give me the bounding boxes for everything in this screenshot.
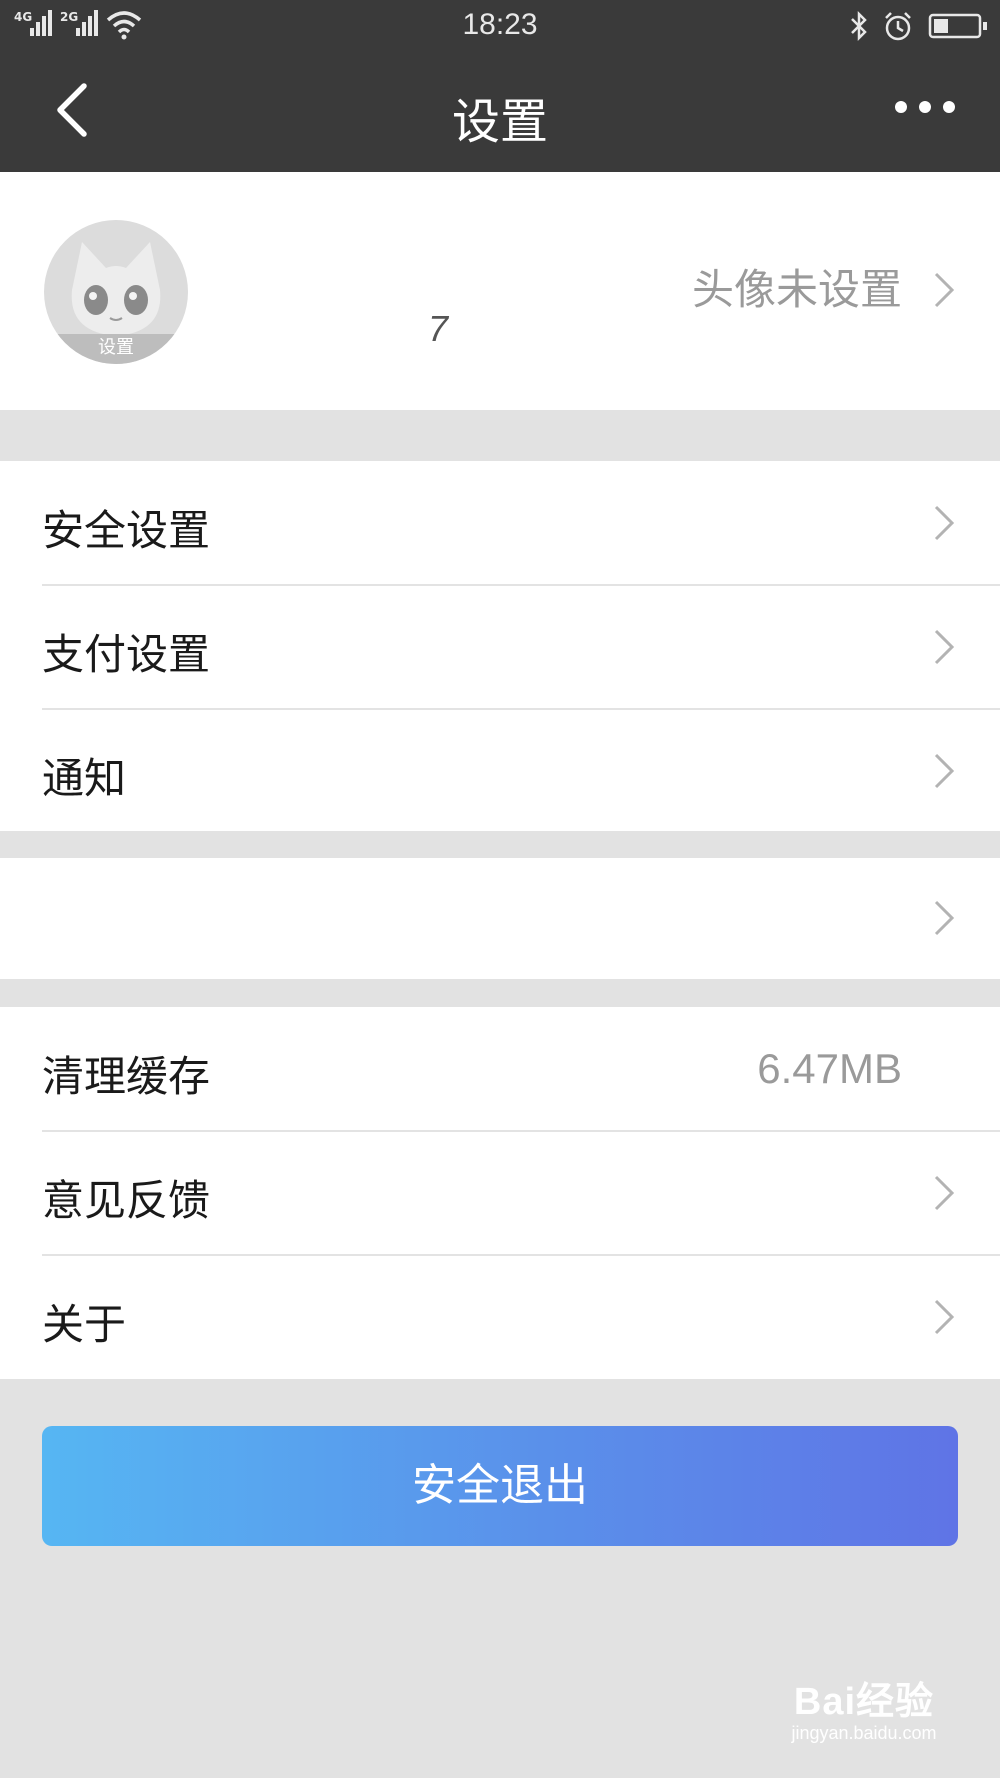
navigation-bar: 设置 (0, 52, 1000, 172)
baidu-jingyan-watermark: Bai经验 jingyan.baidu.com (764, 1670, 964, 1744)
alarm-icon (885, 12, 911, 41)
menu-item-label: 意见反馈 (42, 1176, 211, 1225)
menu-item-label: 安全设置 (42, 506, 211, 555)
chevron-right-icon (934, 505, 955, 541)
chevron-right-icon (934, 1175, 955, 1211)
chevron-right-icon (934, 753, 955, 789)
chevron-right-icon (934, 272, 955, 308)
settings-group-account: 安全设置 支付设置 通知 (0, 461, 1000, 831)
page-title: 设置 (451, 94, 548, 150)
avatar-status-text: 头像未设置 (691, 265, 902, 314)
bluetooth-icon (851, 10, 867, 42)
cache-size-value: 6.47MB (757, 1045, 902, 1092)
menu-item-clear-cache[interactable]: 清理缓存 6.47MB (0, 1007, 1000, 1131)
avatar[interactable]: 设置 (44, 220, 188, 364)
menu-item-feedback[interactable]: 意见反馈 (0, 1131, 1000, 1255)
watermark-brand: Bai经验 (793, 1681, 935, 1723)
settings-group-other: 清理缓存 6.47MB 意见反馈 关于 (0, 1007, 1000, 1379)
more-options-icon[interactable] (892, 92, 958, 122)
avatar-set-label: 设置 (44, 334, 188, 364)
menu-item-label: 关于 (42, 1300, 127, 1349)
menu-item-security-settings[interactable]: 安全设置 (0, 461, 1000, 585)
menu-item-payment-settings[interactable]: 支付设置 (0, 585, 1000, 709)
chevron-right-icon (934, 900, 955, 936)
watermark-site: jingyan.baidu.com (791, 1723, 937, 1743)
profile-row[interactable]: 设置 7 头像未设置 (0, 172, 1000, 410)
status-bar: 4G 2G 18:23 (0, 0, 1000, 52)
menu-item-label: 通知 (42, 754, 127, 803)
logout-button[interactable]: 安全退出 (42, 1426, 958, 1546)
menu-item-notifications[interactable]: 通知 (0, 709, 1000, 833)
chevron-right-icon (934, 629, 955, 665)
menu-item-about[interactable]: 关于 (0, 1255, 1000, 1379)
chevron-right-icon (934, 1299, 955, 1335)
menu-item-label: 支付设置 (42, 630, 211, 679)
battery-icon (928, 13, 987, 39)
menu-item-label: 清理缓存 (42, 1052, 211, 1101)
profile-name: 7 (428, 308, 449, 349)
menu-item-blank[interactable] (0, 858, 1000, 979)
